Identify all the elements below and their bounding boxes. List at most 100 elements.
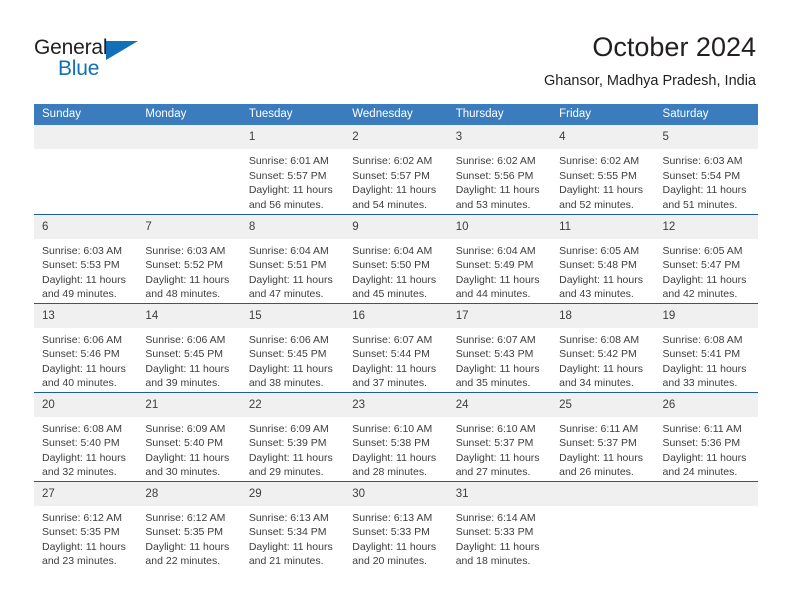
sunset-text: Sunset: 5:45 PM	[248, 348, 327, 361]
calendar-day-cell[interactable]: 28 Sunrise: 6:12 AM Sunset: 5:35 PM Dayligh…	[137, 480, 241, 570]
calendar-day-cell[interactable]: 11 Sunrise: 6:05 AM Sunset: 5:48 PM Dayligh…	[551, 213, 655, 303]
sunrise-text: Sunrise: 6:11 AM	[662, 422, 742, 435]
day-sun-info: Sunrise: 6:05 AM Sunset: 5:47 PM Daylight:…	[655, 239, 758, 302]
daylight-text-line2: and 39 minutes.	[145, 377, 221, 390]
calendar-day-cell[interactable]: 31 Sunrise: 6:14 AM Sunset: 5:33 PM Dayligh…	[447, 480, 552, 570]
day-number: 4	[551, 125, 655, 149]
sunset-text: Sunset: 5:35 PM	[42, 526, 120, 539]
daylight-text-line1: Daylight: 11 hours	[352, 451, 437, 464]
sunset-text: Sunset: 5:57 PM	[248, 169, 327, 182]
calendar-day-cell[interactable]: 13 Sunrise: 6:06 AM Sunset: 5:46 PM Dayligh…	[34, 302, 138, 392]
calendar-day-cell[interactable]: 16 Sunrise: 6:07 AM Sunset: 5:44 PM Dayligh…	[344, 302, 448, 392]
calendar-day-cell[interactable]: 20 Sunrise: 6:08 AM Sunset: 5:40 PM Dayligh…	[34, 391, 138, 481]
daylight-text-line1: Daylight: 11 hours	[248, 362, 333, 375]
day-sun-info: Sunrise: 6:12 AM Sunset: 5:35 PM Daylight:…	[34, 506, 137, 569]
sunset-text: Sunset: 5:56 PM	[455, 169, 534, 182]
daylight-text-line1: Daylight: 11 hours	[662, 362, 747, 375]
daylight-text-line1: Daylight: 11 hours	[455, 451, 540, 464]
sunrise-text: Sunrise: 6:03 AM	[145, 244, 226, 257]
daylight-text-line2: and 26 minutes.	[559, 466, 634, 479]
daylight-text-line1: Daylight: 11 hours	[248, 451, 333, 464]
calendar-day-cell[interactable]: 19 Sunrise: 6:08 AM Sunset: 5:41 PM Dayligh…	[654, 302, 758, 392]
sunrise-text: Sunrise: 6:03 AM	[662, 155, 743, 167]
calendar-day-cell[interactable]: 27 Sunrise: 6:12 AM Sunset: 5:35 PM Dayligh…	[34, 480, 138, 570]
sunrise-text: Sunrise: 6:14 AM	[455, 511, 536, 524]
calendar-day-cell[interactable]: 6 Sunrise: 6:03 AM Sunset: 5:53 PM Daylight…	[34, 213, 138, 303]
day-sun-info: Sunrise: 6:14 AM Sunset: 5:33 PM Daylight:…	[448, 506, 551, 569]
day-sun-info: Sunrise: 6:05 AM Sunset: 5:48 PM Daylight:…	[551, 239, 654, 302]
calendar-day-cell[interactable]: 29 Sunrise: 6:13 AM Sunset: 5:34 PM Dayligh…	[240, 480, 345, 570]
calendar-day-cell[interactable]: 5 Sunrise: 6:03 AM Sunset: 5:54 PM Daylight…	[654, 125, 758, 214]
sunrise-text: Sunrise: 6:03 AM	[42, 244, 122, 257]
daylight-text-line1: Daylight: 11 hours	[352, 540, 437, 553]
weekday-header-saturday: Saturday	[654, 104, 758, 125]
calendar-day-cell[interactable]: 22 Sunrise: 6:09 AM Sunset: 5:39 PM Dayligh…	[240, 391, 345, 481]
calendar-day-cell[interactable]: 12 Sunrise: 6:05 AM Sunset: 5:47 PM Dayligh…	[654, 213, 758, 303]
sunset-text: Sunset: 5:35 PM	[145, 526, 224, 539]
daylight-text-line1: Daylight: 11 hours	[455, 362, 540, 375]
day-sun-info: Sunrise: 6:02 AM Sunset: 5:56 PM Daylight:…	[448, 149, 551, 212]
sunset-text: Sunset: 5:40 PM	[145, 437, 224, 450]
calendar-day-cell[interactable]: 17 Sunrise: 6:07 AM Sunset: 5:43 PM Dayligh…	[447, 302, 552, 392]
daylight-text-line1: Daylight: 11 hours	[145, 273, 230, 286]
daylight-text-line2: and 35 minutes.	[455, 377, 531, 390]
calendar-day-cell[interactable]: 23 Sunrise: 6:10 AM Sunset: 5:38 PM Dayligh…	[344, 391, 448, 481]
day-number: 9	[344, 214, 448, 239]
calendar-day-cell[interactable]: 14 Sunrise: 6:06 AM Sunset: 5:45 PM Dayligh…	[137, 302, 241, 392]
sunrise-text: Sunrise: 6:07 AM	[455, 333, 536, 346]
calendar-week-row: 20 Sunrise: 6:08 AM Sunset: 5:40 PM Dayligh…	[34, 391, 758, 481]
calendar-day-cell[interactable]: 25 Sunrise: 6:11 AM Sunset: 5:37 PM Dayligh…	[551, 391, 655, 481]
day-number	[551, 481, 655, 506]
day-sun-info: Sunrise: 6:03 AM Sunset: 5:54 PM Daylight:…	[655, 149, 758, 212]
calendar-week-row: 13 Sunrise: 6:06 AM Sunset: 5:46 PM Dayligh…	[34, 302, 758, 392]
day-number: 24	[447, 392, 552, 417]
daylight-text-line1: Daylight: 11 hours	[662, 273, 747, 286]
sunset-text: Sunset: 5:42 PM	[559, 348, 637, 361]
day-sun-info: Sunrise: 6:02 AM Sunset: 5:57 PM Daylight:…	[344, 149, 447, 212]
daylight-text-line1: Daylight: 11 hours	[559, 184, 643, 197]
calendar-day-cell[interactable]: 1 Sunrise: 6:01 AM Sunset: 5:57 PM Daylight…	[240, 125, 345, 214]
page-subtitle: Ghansor, Madhya Pradesh, India	[544, 73, 756, 89]
day-number: 6	[34, 214, 138, 239]
day-sun-info: Sunrise: 6:04 AM Sunset: 5:50 PM Daylight:…	[344, 239, 447, 302]
calendar-day-cell[interactable]: 3 Sunrise: 6:02 AM Sunset: 5:56 PM Daylight…	[447, 125, 552, 214]
calendar-day-cell[interactable]: 2 Sunrise: 6:02 AM Sunset: 5:57 PM Daylight…	[344, 125, 448, 214]
day-number: 31	[447, 481, 552, 506]
calendar-table: Sunday Monday Tuesday Wednesday Thursday…	[34, 104, 758, 570]
daylight-text-line2: and 34 minutes.	[559, 377, 634, 390]
day-number: 22	[240, 392, 345, 417]
calendar-day-cell[interactable]: 30 Sunrise: 6:13 AM Sunset: 5:33 PM Dayligh…	[344, 480, 448, 570]
sunrise-text: Sunrise: 6:07 AM	[352, 333, 433, 346]
day-number: 20	[34, 392, 138, 417]
daylight-text-line2: and 40 minutes.	[42, 377, 117, 390]
sunset-text: Sunset: 5:45 PM	[145, 348, 224, 361]
triangle-icon	[106, 41, 138, 60]
calendar-day-cell[interactable]: 24 Sunrise: 6:10 AM Sunset: 5:37 PM Dayligh…	[447, 391, 552, 481]
calendar-day-cell[interactable]: 10 Sunrise: 6:04 AM Sunset: 5:49 PM Dayligh…	[447, 213, 552, 303]
sunset-text: Sunset: 5:48 PM	[559, 259, 637, 272]
calendar-day-cell[interactable]: 26 Sunrise: 6:11 AM Sunset: 5:36 PM Dayligh…	[654, 391, 758, 481]
day-sun-info: Sunrise: 6:10 AM Sunset: 5:38 PM Daylight:…	[344, 417, 447, 480]
daylight-text-line2: and 21 minutes.	[248, 555, 324, 568]
calendar-day-cell[interactable]: 15 Sunrise: 6:06 AM Sunset: 5:45 PM Dayligh…	[240, 302, 345, 392]
daylight-text-line2: and 48 minutes.	[145, 288, 221, 301]
calendar-day-cell[interactable]: 8 Sunrise: 6:04 AM Sunset: 5:51 PM Daylight…	[240, 213, 345, 303]
day-sun-info: Sunrise: 6:01 AM Sunset: 5:57 PM Daylight:…	[241, 149, 344, 212]
general-blue-logo[interactable]: General Blue	[34, 36, 149, 84]
calendar-day-cell[interactable]: 18 Sunrise: 6:08 AM Sunset: 5:42 PM Dayligh…	[551, 302, 655, 392]
daylight-text-line1: Daylight: 11 hours	[145, 540, 230, 553]
sunrise-text: Sunrise: 6:05 AM	[662, 244, 743, 257]
calendar-day-cell[interactable]: 7 Sunrise: 6:03 AM Sunset: 5:52 PM Daylight…	[137, 213, 241, 303]
weekday-header-wednesday: Wednesday	[344, 104, 448, 125]
sunrise-text: Sunrise: 6:01 AM	[248, 155, 329, 167]
sunset-text: Sunset: 5:37 PM	[455, 437, 534, 450]
sunset-text: Sunset: 5:46 PM	[42, 348, 120, 361]
calendar-day-cell[interactable]: 9 Sunrise: 6:04 AM Sunset: 5:50 PM Daylight…	[344, 213, 448, 303]
daylight-text-line1: Daylight: 11 hours	[42, 451, 126, 464]
daylight-text-line1: Daylight: 11 hours	[455, 540, 540, 553]
calendar-day-cell[interactable]: 4 Sunrise: 6:02 AM Sunset: 5:55 PM Daylight…	[551, 125, 655, 214]
day-number: 11	[551, 214, 655, 239]
sunset-text: Sunset: 5:33 PM	[455, 526, 534, 539]
sunrise-text: Sunrise: 6:09 AM	[248, 422, 329, 435]
calendar-day-cell[interactable]: 21 Sunrise: 6:09 AM Sunset: 5:40 PM Dayligh…	[137, 391, 241, 481]
